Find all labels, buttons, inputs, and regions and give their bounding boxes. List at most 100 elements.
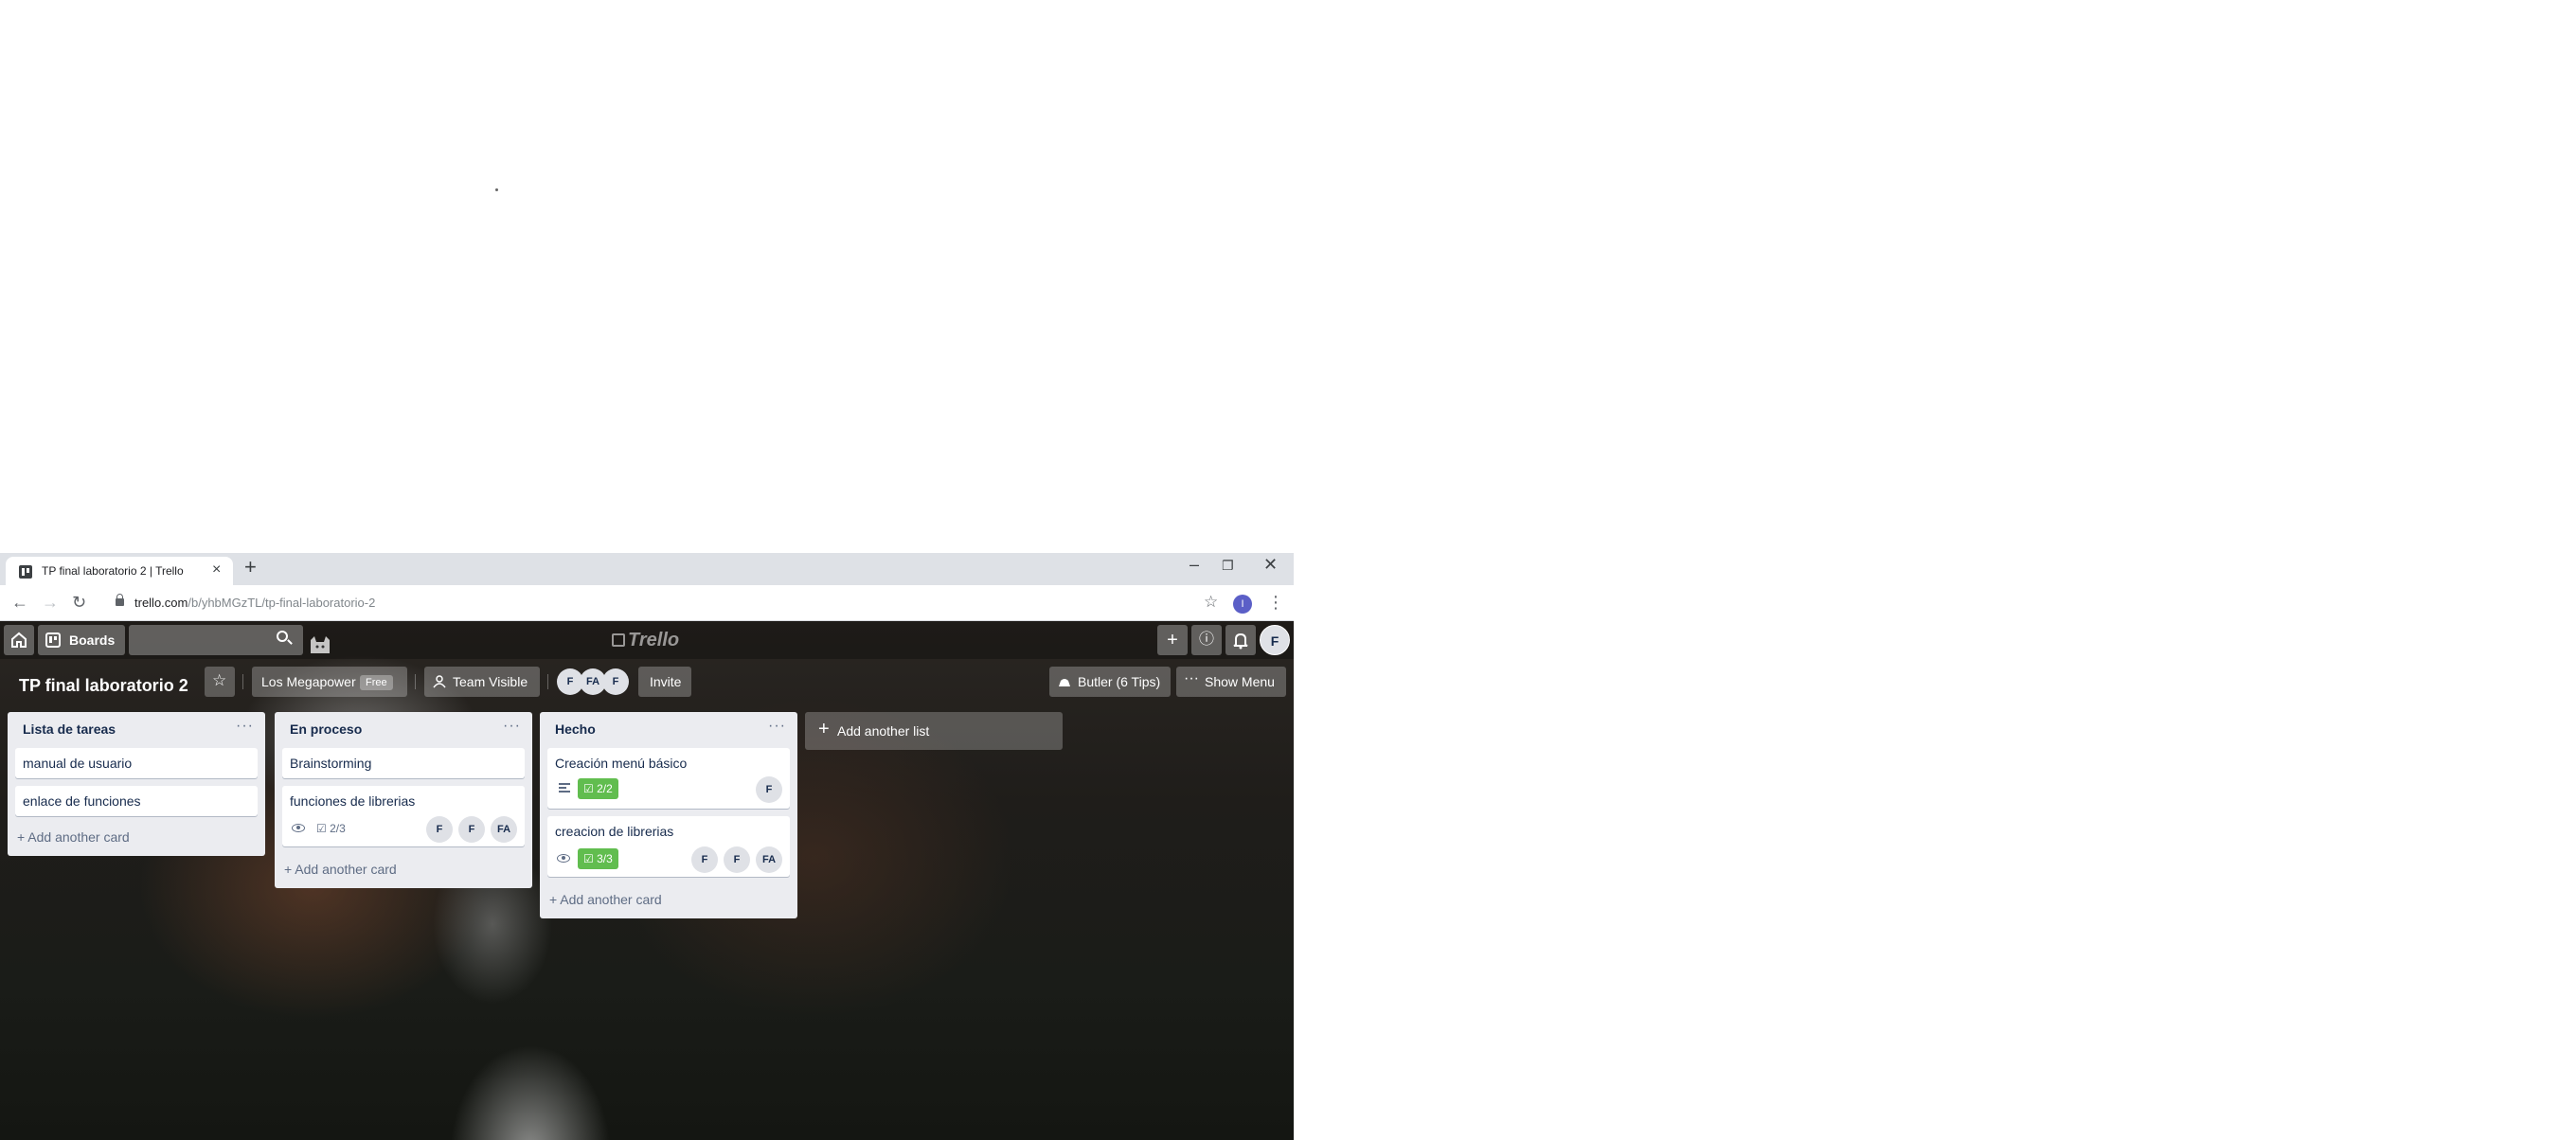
- card-member-avatar[interactable]: F: [724, 846, 750, 873]
- visibility-label: Team Visible: [453, 674, 528, 689]
- divider: [547, 674, 548, 689]
- watching-eye-icon: [292, 824, 305, 832]
- team-visible-icon: [433, 675, 446, 688]
- list-title[interactable]: En proceso: [290, 721, 362, 737]
- back-button[interactable]: ←: [11, 593, 28, 612]
- watching-eye-icon: [557, 854, 570, 863]
- card[interactable]: Creación menú básico ☑ 2/2 F: [547, 748, 790, 809]
- url-text[interactable]: trello.com/b/yhbMGzTL/tp-final-laborator…: [134, 596, 375, 610]
- forward-button[interactable]: →: [42, 593, 59, 612]
- address-bar[interactable]: trello.com/b/yhbMGzTL/tp-final-laborator…: [98, 590, 1230, 616]
- team-name: Los Megapower: [261, 674, 356, 689]
- card-title: manual de usuario: [23, 756, 133, 771]
- new-tab-button[interactable]: +: [244, 557, 257, 578]
- invite-button[interactable]: Invite: [638, 667, 691, 697]
- search-input[interactable]: [129, 625, 303, 655]
- card-member-avatar[interactable]: F: [458, 816, 485, 843]
- visibility-button[interactable]: Team Visible: [424, 667, 540, 697]
- star-icon: ☆: [212, 671, 227, 689]
- card-title: Creación menú básico: [555, 756, 688, 771]
- divider: [415, 674, 416, 689]
- list-title[interactable]: Lista de tareas: [23, 721, 116, 737]
- tab-title: TP final laboratorio 2 | Trello: [42, 564, 184, 578]
- add-card-button[interactable]: + Add another card: [17, 829, 130, 845]
- home-button[interactable]: [4, 625, 34, 655]
- trello-favicon-icon: [19, 565, 32, 579]
- description-icon: [559, 783, 570, 793]
- restore-button[interactable]: ❐: [1222, 558, 1234, 574]
- checklist-badge-complete: ☑ 2/2: [578, 778, 618, 799]
- search-icon[interactable]: [277, 631, 288, 642]
- add-list-label: Add another list: [837, 723, 930, 739]
- browser-profile-avatar[interactable]: I: [1233, 595, 1252, 614]
- info-button[interactable]: ⓘ: [1191, 625, 1222, 655]
- show-menu-label: Show Menu: [1205, 674, 1275, 689]
- close-tab-icon[interactable]: ×: [212, 561, 221, 579]
- checklist-icon: ☑: [583, 782, 598, 795]
- star-board-button[interactable]: ☆: [205, 667, 235, 697]
- divider: [242, 674, 243, 689]
- list-menu-icon[interactable]: ···: [236, 718, 254, 735]
- plus-icon: +: [17, 829, 28, 845]
- lock-icon: [116, 594, 124, 606]
- butler-label: Butler (6 Tips): [1078, 674, 1161, 689]
- trello-logo-icon: [612, 633, 625, 647]
- user-avatar[interactable]: F: [1260, 625, 1290, 655]
- butler-cat-icon[interactable]: [309, 634, 331, 653]
- desktop-blank-area: TP final laboratorio 2 | Trello × + – ❐ …: [0, 0, 2576, 1140]
- browser-window: TP final laboratorio 2 | Trello × + – ❐ …: [0, 553, 1294, 1140]
- card[interactable]: funciones de librerias ☑ 2/3 F F FA: [282, 786, 525, 846]
- home-icon: [11, 632, 27, 648]
- board-member-avatar[interactable]: F: [602, 668, 629, 695]
- checklist-badge-complete: ☑ 3/3: [578, 848, 618, 869]
- reload-button[interactable]: ↻: [72, 593, 86, 612]
- plus-icon: +: [549, 892, 561, 907]
- card-title: funciones de librerias: [290, 793, 416, 809]
- plus-icon: +: [818, 719, 830, 739]
- board-title[interactable]: TP final laboratorio 2: [19, 676, 188, 696]
- list-title[interactable]: Hecho: [555, 721, 596, 737]
- browser-toolbar: ← → ↻ trello.com/b/yhbMGzTL/tp-final-lab…: [0, 585, 1294, 621]
- card-title: creacion de librerias: [555, 824, 674, 839]
- list-menu-icon[interactable]: ···: [503, 718, 521, 735]
- card[interactable]: creacion de librerias ☑ 3/3 F F FA: [547, 816, 790, 877]
- card-title: Brainstorming: [290, 756, 372, 771]
- boards-icon: [45, 632, 61, 648]
- add-card-button[interactable]: + Add another card: [549, 892, 662, 907]
- trello-board: Boards Trello + ⓘ F TP final laboratorio…: [0, 621, 1294, 1140]
- free-badge: Free: [360, 675, 393, 690]
- more-icon: ···: [1184, 670, 1199, 686]
- checklist-icon: ☑: [316, 822, 331, 835]
- team-button[interactable]: Los Megapower Free: [252, 667, 407, 697]
- butler-button[interactable]: Butler (6 Tips): [1049, 667, 1171, 697]
- show-menu-button[interactable]: ··· Show Menu: [1176, 667, 1286, 697]
- card-member-avatar[interactable]: F: [426, 816, 453, 843]
- browser-tab[interactable]: TP final laboratorio 2 | Trello ×: [6, 557, 233, 585]
- card-member-avatar[interactable]: F: [756, 776, 782, 803]
- checklist-icon: ☑: [583, 852, 598, 865]
- card-member-avatar[interactable]: FA: [491, 816, 517, 843]
- trello-logo[interactable]: Trello: [612, 630, 679, 651]
- tab-strip: TP final laboratorio 2 | Trello × + – ❐ …: [0, 553, 1294, 585]
- add-list-button[interactable]: + Add another list: [805, 712, 1063, 750]
- card[interactable]: enlace de funciones: [15, 786, 258, 816]
- browser-menu-icon[interactable]: ⋮: [1267, 593, 1284, 612]
- card-member-avatar[interactable]: FA: [756, 846, 782, 873]
- close-window-button[interactable]: ✕: [1263, 555, 1278, 575]
- add-card-button[interactable]: + Add another card: [284, 862, 397, 877]
- boards-label: Boards: [69, 632, 116, 648]
- create-button[interactable]: +: [1157, 625, 1188, 655]
- butler-icon: [1059, 679, 1070, 686]
- card-member-avatar[interactable]: F: [691, 846, 718, 873]
- card[interactable]: manual de usuario: [15, 748, 258, 778]
- checklist-badge: ☑ 2/3: [316, 822, 346, 835]
- notifications-button[interactable]: [1225, 625, 1256, 655]
- trello-header: Boards Trello + ⓘ F: [0, 621, 1294, 659]
- card[interactable]: Brainstorming: [282, 748, 525, 778]
- boards-button[interactable]: Boards: [38, 625, 125, 655]
- list-hecho: Hecho ··· Creación menú básico ☑ 2/2 F c…: [540, 712, 797, 918]
- list-en-proceso: En proceso ··· Brainstorming funciones d…: [275, 712, 532, 888]
- bookmark-star-icon[interactable]: ☆: [1204, 593, 1218, 612]
- minimize-button[interactable]: –: [1190, 555, 1199, 575]
- list-menu-icon[interactable]: ···: [768, 718, 786, 735]
